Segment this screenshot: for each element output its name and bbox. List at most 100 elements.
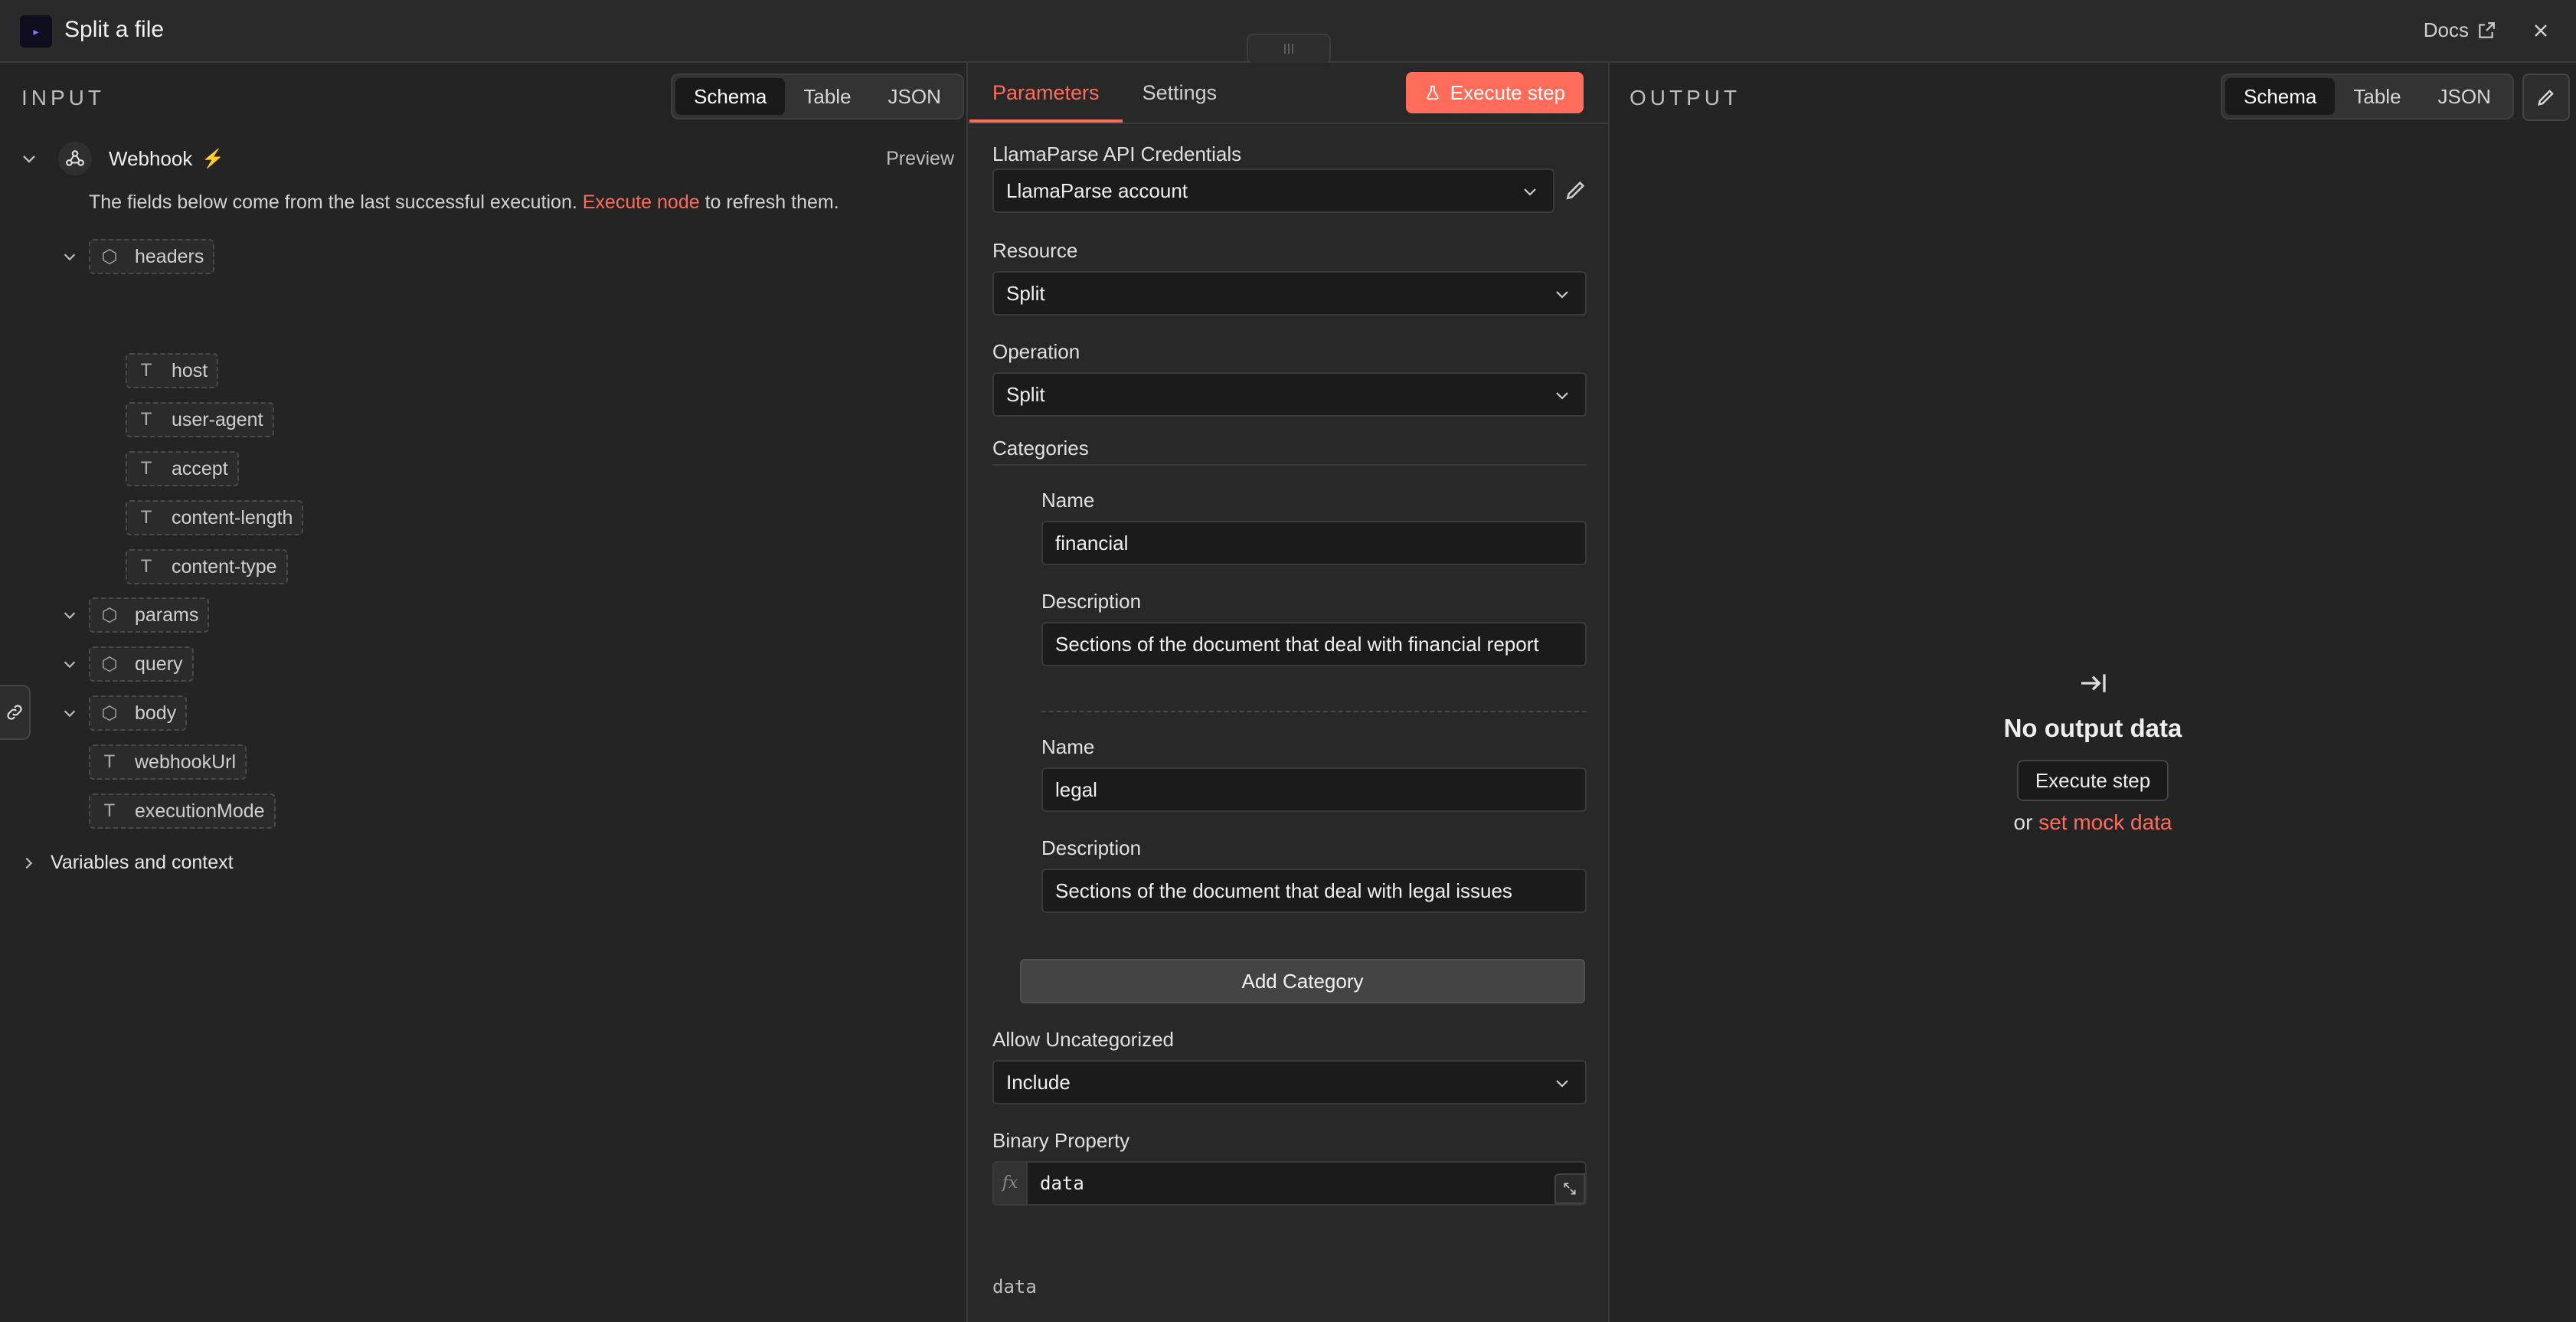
field-pill-body[interactable]: ⬡ body <box>89 695 188 731</box>
operation-label: Operation <box>992 340 1080 363</box>
field-pill-params[interactable]: ⬡ params <box>89 597 210 633</box>
category-name-input[interactable]: financial <box>1041 521 1587 565</box>
field-pill-executionmode[interactable]: T executionMode <box>89 794 276 829</box>
field-pill-user-agent[interactable]: T user-agent <box>126 402 274 437</box>
input-view-schema[interactable]: Schema <box>675 78 786 115</box>
chevron-down-icon[interactable] <box>61 607 78 623</box>
input-view-json[interactable]: JSON <box>870 78 959 115</box>
field-pill-content-length[interactable]: T content-length <box>126 500 304 535</box>
categories-label: Categories <box>992 437 1089 460</box>
expression-fx-badge[interactable]: fx <box>994 1163 1028 1204</box>
field-pill-webhookurl[interactable]: T webhookUrl <box>89 744 247 780</box>
variables-context-row[interactable]: Variables and context <box>20 852 234 874</box>
chevron-down-icon[interactable] <box>61 248 78 265</box>
output-view-table[interactable]: Table <box>2335 78 2419 115</box>
tab-parameters[interactable]: Parameters <box>969 63 1123 123</box>
field-name: query <box>135 653 183 675</box>
edit-credentials-button[interactable] <box>1564 178 1590 204</box>
field-pill-headers[interactable]: ⬡ headers <box>89 239 215 274</box>
field-name: body <box>135 702 177 724</box>
tree-item-accept[interactable]: T accept <box>126 451 239 486</box>
input-hint: The fields below come from the last succ… <box>89 191 839 214</box>
docs-link[interactable]: Docs <box>2424 18 2496 42</box>
panel-drag-handle[interactable]: III <box>1247 34 1331 64</box>
output-view-json[interactable]: JSON <box>2420 78 2509 115</box>
expand-editor-button[interactable] <box>1554 1173 1585 1204</box>
chevron-down-icon[interactable] <box>61 656 78 672</box>
binary-property-preview: data <box>992 1276 1037 1297</box>
category-description-input[interactable]: Sections of the document that deal with … <box>1041 869 1587 913</box>
close-button[interactable] <box>2525 15 2556 46</box>
tree-item-webhookurl[interactable]: T webhookUrl <box>89 744 247 780</box>
object-cube-icon: ⬡ <box>101 702 118 724</box>
tab-settings[interactable]: Settings <box>1143 63 1218 123</box>
add-category-button[interactable]: Add Category <box>1020 959 1585 1003</box>
tree-item-content-type[interactable]: T content-type <box>126 549 288 584</box>
field-pill-query[interactable]: ⬡ query <box>89 646 194 682</box>
category-name-input[interactable]: legal <box>1041 767 1587 812</box>
webhook-node-row[interactable]: Webhook ⚡ Preview <box>20 142 954 175</box>
input-panel: INPUT Schema Table JSON Webhook ⚡ Previe… <box>0 63 966 1322</box>
object-cube-icon: ⬡ <box>101 653 118 675</box>
tree-item-executionmode[interactable]: T executionMode <box>89 794 276 829</box>
string-type-icon: T <box>140 507 152 528</box>
field-name: headers <box>135 245 204 267</box>
hint-suffix: to refresh them. <box>704 191 839 213</box>
node-logo-icon: ▸ <box>20 15 52 47</box>
allow-uncategorized-select[interactable]: Include <box>992 1060 1587 1104</box>
tree-item-content-length[interactable]: T content-length <box>126 500 304 535</box>
params-tabs: Parameters Settings <box>969 63 1218 123</box>
set-mock-data-link[interactable]: set mock data <box>2038 810 2172 834</box>
tree-item-user-agent[interactable]: T user-agent <box>126 402 274 437</box>
output-view-switcher: Schema Table JSON <box>2221 74 2514 119</box>
string-type-icon: T <box>140 409 152 430</box>
tree-item-host[interactable]: T host <box>126 353 219 388</box>
operation-select[interactable]: Split <box>992 372 1587 417</box>
tree-item-body[interactable]: ⬡ body <box>61 695 188 731</box>
string-type-icon: T <box>140 360 152 381</box>
field-name: user-agent <box>172 408 263 430</box>
object-cube-icon: ⬡ <box>101 604 118 626</box>
field-name: webhookUrl <box>135 751 237 773</box>
field-name: params <box>135 604 199 626</box>
edit-output-button[interactable] <box>2522 74 2570 121</box>
field-pill-accept[interactable]: T accept <box>126 451 239 486</box>
execute-step-label: Execute step <box>1450 80 1565 104</box>
chevron-down-icon <box>1524 188 1536 196</box>
category-name-label: Name <box>1041 735 1095 758</box>
category-description-input[interactable]: Sections of the document that deal with … <box>1041 622 1587 666</box>
credentials-value: LlamaParse account <box>1006 179 1188 202</box>
parameters-panel: Parameters Settings Execute step LlamaPa… <box>966 63 1610 1322</box>
tree-item-query[interactable]: ⬡ query <box>61 646 194 682</box>
credentials-label: LlamaParse API Credentials <box>992 142 1242 165</box>
category-description-label: Description <box>1041 590 1142 613</box>
field-pill-host[interactable]: T host <box>126 353 219 388</box>
resource-select[interactable]: Split <box>992 271 1587 316</box>
chevron-down-icon <box>1556 392 1568 400</box>
string-type-icon: T <box>140 556 152 577</box>
output-view-schema[interactable]: Schema <box>2225 78 2336 115</box>
execute-step-button[interactable]: Execute step <box>1405 72 1584 113</box>
input-view-switcher: Schema Table JSON <box>671 74 964 119</box>
field-name: content-type <box>172 555 277 578</box>
chevron-down-icon[interactable] <box>61 705 78 722</box>
link-side-tab[interactable] <box>0 685 31 740</box>
tree-item-params[interactable]: ⬡ params <box>61 597 210 633</box>
credentials-select[interactable]: LlamaParse account <box>992 169 1554 213</box>
chevron-right-icon[interactable] <box>20 855 37 872</box>
field-name: accept <box>172 457 228 479</box>
field-pill-content-type[interactable]: T content-type <box>126 549 288 584</box>
tree-item-headers[interactable]: ⬡ headers <box>61 239 215 274</box>
output-execute-step-button[interactable]: Execute step <box>2016 760 2169 801</box>
flask-icon <box>1427 85 1439 100</box>
no-output-placeholder: No output data Execute step or set mock … <box>1610 668 2576 835</box>
trigger-bolt-icon: ⚡ <box>201 148 225 169</box>
chevron-down-icon[interactable] <box>20 149 38 168</box>
operation-value: Split <box>1006 383 1045 406</box>
tabs-divider <box>968 123 1608 124</box>
allow-uncategorized-value: Include <box>1006 1071 1071 1094</box>
binary-property-field[interactable]: fx data <box>992 1161 1587 1206</box>
execute-node-link[interactable]: Execute node <box>583 191 700 213</box>
input-view-table[interactable]: Table <box>785 78 869 115</box>
binary-property-input[interactable]: data <box>1040 1163 1084 1204</box>
